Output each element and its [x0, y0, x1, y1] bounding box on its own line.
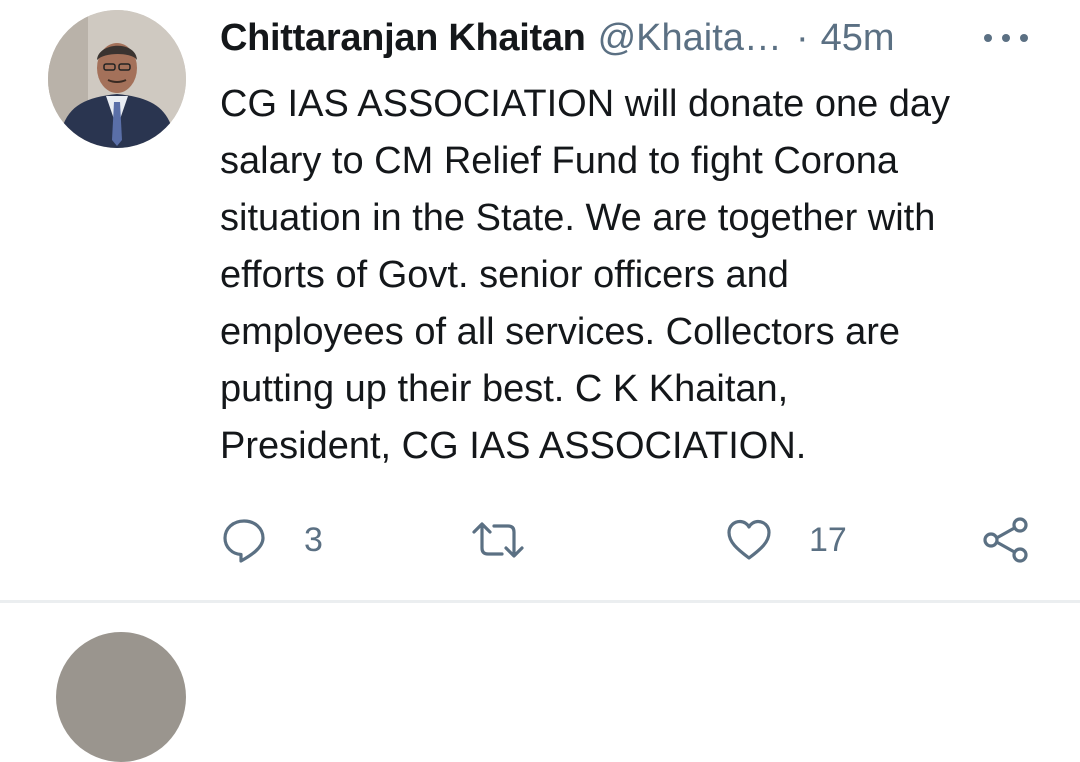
share-button[interactable] — [982, 510, 1030, 570]
avatar-photo — [48, 10, 186, 148]
retweet-icon — [472, 522, 524, 558]
tweet-text-line: putting up their best. C K Khaitan, — [220, 368, 789, 410]
more-options-icon[interactable] — [984, 26, 1028, 50]
tweet-actions: 3 17 — [0, 510, 1080, 570]
tweet-text-line: CG IAS ASSOCIATION will donate one day — [220, 83, 951, 125]
retweet-button[interactable] — [470, 510, 562, 570]
separator-dot: · — [795, 16, 809, 59]
tweet-text-line: President, CG IAS ASSOCIATION. — [220, 425, 807, 467]
tweet-text-line: efforts of Govt. senior officers and — [220, 254, 789, 296]
tweet-text-line: situation in the State. We are together … — [220, 197, 936, 239]
tweet-text-line: salary to CM Relief Fund to fight Corona — [220, 140, 898, 182]
author-handle[interactable]: @Khaita… — [598, 17, 782, 60]
reply-count: 3 — [304, 520, 323, 559]
share-icon — [983, 517, 1028, 563]
tweet-text-line: employees of all services. Collectors ar… — [220, 311, 901, 353]
tweet-header: Chittaranjan Khaitan @Khaita… · 45m — [220, 10, 1050, 66]
author-name[interactable]: Chittaranjan Khaitan — [220, 17, 586, 60]
avatar[interactable] — [48, 10, 186, 148]
timestamp[interactable]: 45m — [821, 17, 895, 60]
tweet[interactable]: Chittaranjan Khaitan @Khaita… · 45m CG I… — [0, 0, 1080, 600]
reply-icon — [223, 519, 265, 563]
like-button[interactable]: 17 — [725, 510, 847, 570]
tweet-divider — [0, 600, 1080, 603]
heart-icon — [727, 519, 771, 560]
reply-button[interactable]: 3 — [220, 510, 323, 570]
like-count: 17 — [809, 520, 847, 559]
tweet-text: CG IAS ASSOCIATION will donate one day s… — [220, 76, 1040, 475]
next-tweet-avatar[interactable] — [56, 632, 186, 762]
